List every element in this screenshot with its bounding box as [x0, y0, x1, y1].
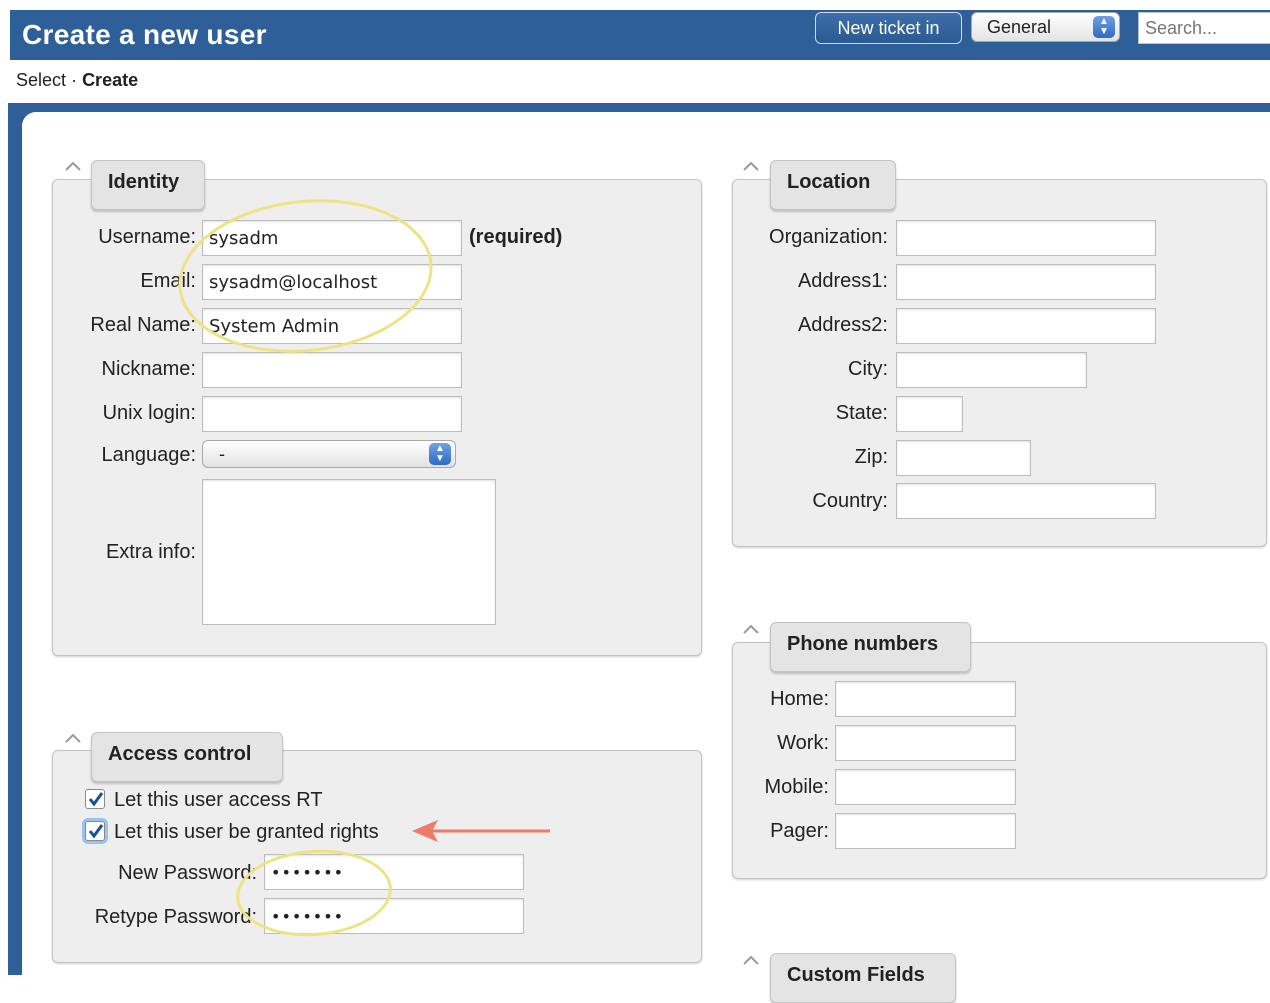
address1-field[interactable] — [896, 264, 1156, 300]
checkmark-icon — [88, 824, 104, 839]
breadcrumb-current: Create — [82, 70, 139, 90]
state-label: State: — [835, 402, 888, 424]
queue-select-value: General — [987, 17, 1052, 37]
username-label: Username: — [98, 226, 196, 248]
country-label: Country: — [812, 490, 888, 512]
collapse-identity-icon[interactable] — [64, 161, 84, 175]
language-select[interactable]: - ▲ ▼ — [202, 440, 456, 468]
unix-login-label: Unix login: — [102, 402, 196, 424]
collapse-custom-fields-icon[interactable] — [742, 955, 762, 969]
breadcrumb-separator: · — [71, 70, 78, 90]
organization-label: Organization: — [769, 226, 888, 248]
city-label: City: — [848, 358, 888, 380]
email-label: Email: — [140, 270, 196, 292]
retype-password-field[interactable]: ••••••• — [264, 898, 524, 934]
access-rt-label: Let this user access RT — [114, 789, 323, 811]
home-phone-field[interactable] — [835, 681, 1016, 717]
select-stepper-icon: ▲ ▼ — [1093, 16, 1115, 38]
nickname-label: Nickname: — [101, 358, 196, 380]
username-field[interactable]: sysadm — [202, 220, 462, 256]
top-bar: Create a new user New ticket in General … — [0, 0, 1270, 60]
location-panel-title: Location — [770, 160, 896, 210]
nickname-field[interactable] — [202, 352, 462, 388]
mobile-phone-label: Mobile: — [764, 776, 829, 798]
country-field[interactable] — [896, 483, 1156, 519]
select-stepper-icon: ▲ ▼ — [429, 443, 451, 465]
language-select-value: - — [219, 444, 225, 464]
phone-numbers-panel-title: Phone numbers — [770, 622, 971, 672]
granted-rights-checkbox[interactable] — [85, 821, 105, 841]
mobile-phone-field[interactable] — [835, 769, 1016, 805]
identity-panel-title: Identity — [91, 160, 205, 210]
language-label: Language: — [101, 444, 196, 466]
breadcrumb-select-link[interactable]: Select — [16, 70, 66, 90]
zip-field[interactable] — [896, 440, 1031, 476]
search-input[interactable] — [1138, 12, 1270, 44]
required-note: (required) — [469, 226, 563, 248]
granted-rights-label: Let this user be granted rights — [114, 821, 379, 843]
annotation-arrow-icon — [412, 820, 550, 842]
real-name-field[interactable]: System Admin — [202, 308, 462, 344]
page-title: Create a new user — [22, 19, 267, 50]
work-phone-label: Work: — [777, 732, 829, 754]
access-rt-checkbox[interactable] — [85, 789, 105, 809]
extra-info-label: Extra info: — [105, 541, 196, 563]
collapse-phone-icon[interactable] — [742, 624, 762, 638]
address2-label: Address2: — [797, 314, 888, 336]
zip-label: Zip: — [854, 446, 888, 468]
new-password-field[interactable]: ••••••• — [264, 854, 524, 890]
collapse-location-icon[interactable] — [742, 161, 762, 175]
address2-field[interactable] — [896, 308, 1156, 344]
work-phone-field[interactable] — [835, 725, 1016, 761]
access-control-panel-title: Access control — [91, 732, 283, 782]
home-phone-label: Home: — [770, 688, 829, 710]
real-name-label: Real Name: — [90, 314, 196, 336]
collapse-access-icon[interactable] — [64, 733, 84, 747]
pager-label: Pager: — [770, 820, 829, 842]
organization-field[interactable] — [896, 220, 1156, 256]
breadcrumb: Select · Create — [16, 70, 138, 91]
queue-select[interactable]: General ▲ ▼ — [971, 12, 1120, 42]
city-field[interactable] — [896, 352, 1087, 388]
state-field[interactable] — [896, 396, 963, 432]
custom-fields-panel-title: Custom Fields — [770, 953, 956, 1003]
retype-password-label: Retype Password: — [94, 906, 257, 928]
new-password-label: New Password: — [118, 862, 257, 884]
address1-label: Address1: — [797, 270, 888, 292]
new-ticket-button[interactable]: New ticket in — [815, 12, 962, 44]
checkmark-icon — [88, 792, 104, 807]
pager-field[interactable] — [835, 813, 1016, 849]
extra-info-textarea[interactable] — [202, 479, 496, 625]
unix-login-field[interactable] — [202, 396, 462, 432]
email-field[interactable]: sysadm@localhost — [202, 264, 462, 300]
